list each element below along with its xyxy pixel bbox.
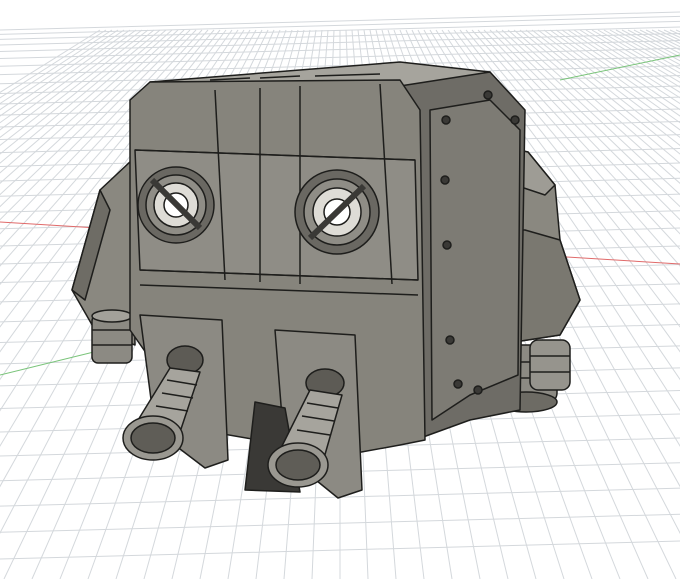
viewport-canvas[interactable] — [0, 0, 680, 579]
bolt-icon — [483, 90, 493, 100]
bolt-icon — [442, 240, 452, 250]
body-right-panel — [429, 99, 521, 421]
bolt-icon — [445, 335, 455, 345]
left-eye-lens — [137, 166, 215, 244]
cad-viewport[interactable] — [0, 0, 680, 579]
bolt-icon — [441, 115, 451, 125]
left-foot-thruster — [91, 309, 133, 364]
bolt-icon — [473, 385, 483, 395]
bolt-icon — [510, 115, 520, 125]
bolt-icon — [453, 379, 463, 389]
bolt-icon — [440, 175, 450, 185]
right-eye-lens — [294, 169, 380, 255]
